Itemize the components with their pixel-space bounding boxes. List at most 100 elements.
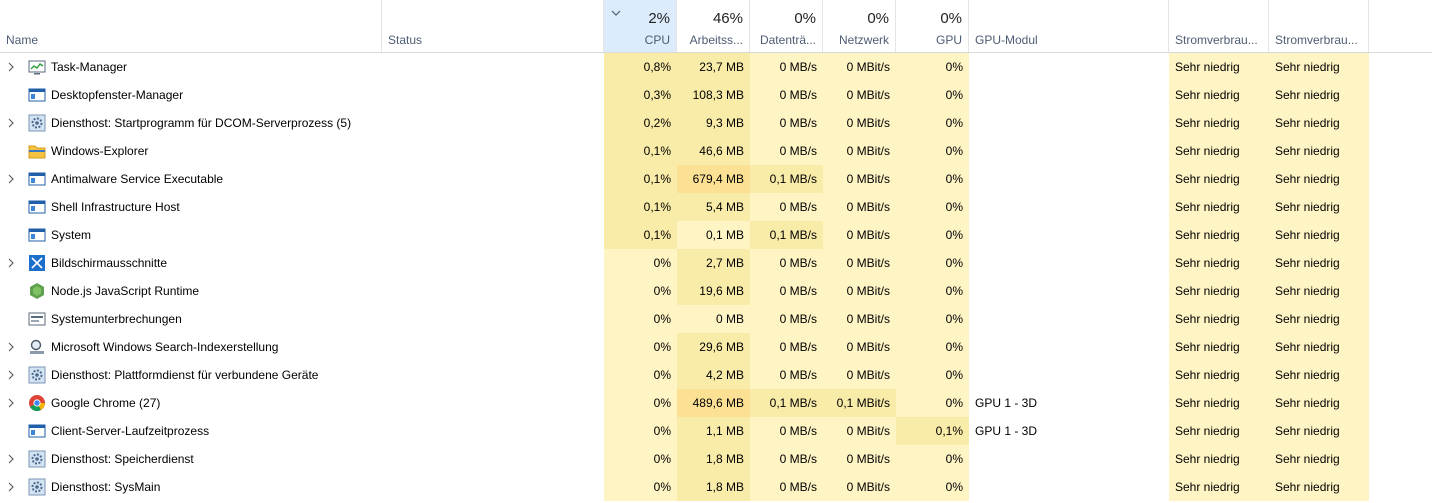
process-memory: 679,4 MB: [677, 165, 750, 193]
process-memory: 1,1 MB: [677, 417, 750, 445]
process-gpu: 0%: [896, 473, 969, 501]
process-status: [382, 165, 604, 193]
process-row[interactable]: Shell Infrastructure Host 0,1% 5,4 MB 0 MB/…: [0, 193, 1432, 221]
process-row[interactable]: Systemunterbrechungen 0% 0 MB 0 MB/s 0 MBit/…: [0, 305, 1432, 333]
process-name: Windows-Explorer: [51, 144, 149, 158]
process-name-cell: Desktopfenster-Manager: [0, 81, 382, 109]
process-row[interactable]: Diensthost: Speicherdienst 0% 1,8 MB 0 MB/s…: [0, 445, 1432, 473]
expand-chevron-icon[interactable]: [8, 370, 14, 380]
column-header-name[interactable]: Name: [0, 0, 382, 52]
process-cpu: 0%: [604, 389, 677, 417]
column-header-cpu[interactable]: 2% CPU: [604, 0, 677, 52]
column-header-power-usage[interactable]: Stromverbrau...: [1169, 0, 1269, 52]
process-status: [382, 445, 604, 473]
process-name: Client-Server-Laufzeitprozess: [51, 424, 210, 438]
process-gpu: 0,1%: [896, 417, 969, 445]
expand-chevron-icon[interactable]: [8, 62, 14, 72]
process-status: [382, 333, 604, 361]
process-gpu-engine: [969, 81, 1169, 109]
expand-chevron-icon[interactable]: [8, 454, 14, 464]
process-cpu: 0%: [604, 249, 677, 277]
process-power-usage-trend: Sehr niedrig: [1269, 389, 1369, 417]
process-disk: 0 MB/s: [750, 473, 823, 501]
process-memory: 46,6 MB: [677, 137, 750, 165]
process-row[interactable]: Task-Manager 0,8% 23,7 MB 0 MB/s 0 MBit/s 0% S…: [0, 53, 1432, 81]
process-cpu: 0,1%: [604, 165, 677, 193]
process-row[interactable]: Microsoft Windows Search-Indexerstellung…: [0, 333, 1432, 361]
process-row[interactable]: Antimalware Service Executable 0,1% 679,4 …: [0, 165, 1432, 193]
column-header-status[interactable]: Status: [382, 0, 604, 52]
process-gpu-engine: GPU 1 - 3D: [975, 396, 1038, 410]
process-memory: 0,1 MB: [677, 221, 750, 249]
expand-chevron-icon[interactable]: [8, 398, 14, 408]
process-cpu: 0%: [604, 305, 677, 333]
cpu-total-percent: 2%: [648, 10, 670, 27]
process-row[interactable]: Diensthost: Plattformdienst für verbunde…: [0, 361, 1432, 389]
column-header-gpu-engine[interactable]: GPU-Modul: [969, 0, 1169, 52]
expand-chevron-icon[interactable]: [8, 482, 14, 492]
process-gpu-engine: [969, 305, 1169, 333]
column-header-disk[interactable]: 0% Datenträ...: [750, 0, 823, 52]
process-memory: 489,6 MB: [677, 389, 750, 417]
expand-chevron-icon[interactable]: [8, 258, 14, 268]
process-row[interactable]: Bildschirmausschnitte 0% 2,7 MB 0 MB/s 0 MBi…: [0, 249, 1432, 277]
process-gpu-engine: [969, 221, 1169, 249]
column-header-network[interactable]: 0% Netzwerk: [823, 0, 896, 52]
memory-total-percent: 46%: [712, 10, 743, 27]
expand-chevron-icon[interactable]: [8, 174, 14, 184]
process-cpu: 0,8%: [604, 53, 677, 81]
process-name: Google Chrome (27): [51, 396, 161, 410]
process-power-usage-trend: Sehr niedrig: [1269, 305, 1369, 333]
expand-chevron-icon[interactable]: [8, 342, 14, 352]
window-app-icon: [28, 170, 46, 188]
window-app-icon: [28, 422, 46, 440]
process-row[interactable]: System 0,1% 0,1 MB 0,1 MB/s 0 MBit/s 0% Sehr n…: [0, 221, 1432, 249]
process-disk: 0 MB/s: [750, 277, 823, 305]
process-memory: 5,4 MB: [677, 193, 750, 221]
column-header-network-label: Netzwerk: [838, 33, 889, 47]
process-power-usage-trend: Sehr niedrig: [1269, 109, 1369, 137]
process-gpu: 0%: [896, 193, 969, 221]
expand-chevron-icon[interactable]: [8, 118, 14, 128]
process-status: [382, 473, 604, 501]
process-gpu: 0%: [896, 445, 969, 473]
window-app-icon: [28, 198, 46, 216]
process-row[interactable]: Node.js JavaScript Runtime 0% 19,6 MB 0 MB/…: [0, 277, 1432, 305]
process-power-usage-trend: Sehr niedrig: [1269, 445, 1369, 473]
process-memory: 29,6 MB: [677, 333, 750, 361]
process-name: Task-Manager: [51, 60, 128, 74]
process-row[interactable]: Diensthost: SysMain 0% 1,8 MB 0 MB/s 0 MBit/…: [0, 473, 1432, 501]
process-row[interactable]: Desktopfenster-Manager 0,3% 108,3 MB 0 MB/s…: [0, 81, 1432, 109]
process-network: 0 MBit/s: [823, 361, 896, 389]
column-header-gpu[interactable]: 0% GPU: [896, 0, 969, 52]
column-header-memory[interactable]: 46% Arbeitss...: [677, 0, 750, 52]
process-row[interactable]: Diensthost: Startprogramm für DCOM-Serve…: [0, 109, 1432, 137]
service-gear-icon: [28, 114, 46, 132]
process-network: 0 MBit/s: [823, 305, 896, 333]
process-status: [382, 109, 604, 137]
search-indexer-icon: [28, 338, 46, 356]
process-name: Shell Infrastructure Host: [51, 200, 180, 214]
process-gpu-engine: [969, 53, 1169, 81]
process-network: 0 MBit/s: [823, 165, 896, 193]
process-disk: 0 MB/s: [750, 445, 823, 473]
process-name-cell: Task-Manager: [0, 53, 382, 81]
task-manager-icon: [28, 58, 46, 76]
process-row[interactable]: Google Chrome (27) 0% 489,6 MB 0,1 MB/s 0,1 …: [0, 389, 1432, 417]
task-manager-process-table: Name Status 2% CPU 46% Arbeitss... 0% Da…: [0, 0, 1432, 503]
process-row[interactable]: Windows-Explorer 0,1% 46,6 MB 0 MB/s 0 MBit/…: [0, 137, 1432, 165]
process-disk: 0 MB/s: [750, 417, 823, 445]
column-header-gpu-engine-label: GPU-Modul: [975, 33, 1038, 47]
process-power-usage-trend: Sehr niedrig: [1269, 333, 1369, 361]
process-name-cell: Systemunterbrechungen: [0, 305, 382, 333]
sort-descending-chevron-icon: [611, 10, 621, 16]
process-name: Diensthost: Startprogramm für DCOM-Serve…: [51, 116, 352, 130]
process-name-cell: Diensthost: Plattformdienst für verbunde…: [0, 361, 382, 389]
process-status: [382, 81, 604, 109]
process-row[interactable]: Client-Server-Laufzeitprozess 0% 1,1 MB 0 M…: [0, 417, 1432, 445]
process-cpu: 0%: [604, 445, 677, 473]
column-header-power-usage-trend[interactable]: Stromverbrau...: [1269, 0, 1369, 52]
process-memory: 19,6 MB: [677, 277, 750, 305]
column-header-cpu-label: CPU: [644, 33, 670, 47]
process-gpu: 0%: [896, 305, 969, 333]
